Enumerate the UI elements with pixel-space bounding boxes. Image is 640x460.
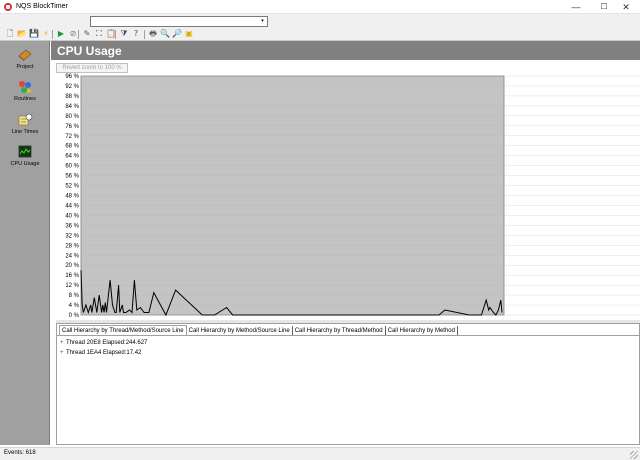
line-times-icon	[18, 113, 33, 126]
tab-call-hierarchy-1[interactable]: Call Hierarchy by Thread/Method/Source L…	[59, 325, 187, 335]
y-tick-label: 68 %	[65, 144, 79, 150]
y-tick-label: 80 %	[65, 114, 79, 120]
close-button[interactable]: ✕	[612, 0, 640, 14]
app-icon	[4, 3, 12, 11]
sidebar-item-cpu-usage[interactable]: CPU Usage	[0, 143, 50, 173]
y-tick-label: 72 %	[65, 134, 79, 140]
open-folder-icon[interactable]: 📂	[17, 29, 27, 39]
y-tick-label: 96 %	[65, 74, 79, 80]
toolbar-separator	[78, 30, 79, 39]
sidebar-item-line-times[interactable]: Line Times	[0, 111, 50, 141]
pen-icon[interactable]: ✎	[82, 29, 92, 39]
expand-icon[interactable]: ⛶	[94, 29, 104, 39]
toolbar: 🗋 📂 💾 ⚡ ▶ ⊘ ✎ ⛶ 📋 ⧩? 🖶 🔍 🔎 ▣	[0, 28, 640, 41]
toolbar-separator	[52, 30, 53, 39]
project-icon	[18, 49, 32, 61]
y-tick-label: 48 %	[65, 194, 79, 200]
session-dropdown[interactable]: ▾	[90, 16, 268, 27]
sidebar-item-routines[interactable]: Routines	[0, 78, 50, 108]
y-tick-label: 24 %	[65, 253, 79, 259]
cpu-usage-chart[interactable]: 96 % 92 % 88 % 84 % 80 % 76 % 72 % 68 % 64 % 60 %…	[56, 60, 640, 320]
tree-item-label: Thread 1EA4 Elapsed:17.42	[66, 350, 142, 356]
tree-item-label: Thread 20E8 Elapsed:244.627	[66, 340, 148, 346]
y-tick-label: 60 %	[65, 164, 79, 170]
y-tick-label: 84 %	[65, 104, 79, 110]
y-tick-label: 4 %	[69, 303, 80, 309]
toolbar-separator	[144, 30, 145, 39]
title-bar: NQS BlockTimer — ☐ ✕	[0, 0, 640, 14]
y-tick-label: 36 %	[65, 223, 79, 229]
run-icon[interactable]: ▶	[56, 29, 66, 39]
plot-background	[80, 75, 505, 316]
lightning-icon[interactable]: ⚡	[41, 29, 51, 39]
y-tick-label: 28 %	[65, 243, 79, 249]
status-bar: Events: 618	[0, 447, 640, 460]
y-tick-label: 16 %	[65, 273, 79, 279]
minimize-button[interactable]: —	[562, 0, 590, 14]
cpu-chart-icon	[18, 145, 32, 158]
sidebar-item-label: CPU Usage	[10, 161, 40, 167]
new-icon[interactable]: 🗋	[5, 29, 15, 39]
routines-icon	[19, 81, 31, 93]
zoom-in-icon[interactable]: 🔍	[160, 29, 170, 39]
y-tick-label: 56 %	[65, 174, 79, 180]
events-count: Events: 618	[4, 450, 36, 456]
y-tick-label: 88 %	[65, 94, 79, 100]
sidebar-item-label: Project	[16, 64, 34, 70]
sidebar-item-label: Line Times	[11, 129, 39, 135]
cpu-chart-area: Revert zoom to 100 % 96 % 92 % 88 % 84 % 80 …	[56, 60, 640, 320]
resize-grip-icon[interactable]	[630, 451, 638, 459]
chevron-down-icon[interactable]: ▾	[258, 17, 267, 26]
save-icon[interactable]: 💾	[29, 29, 39, 39]
tab-strip: Call Hierarchy by Thread/Method/Source L…	[59, 325, 458, 336]
y-tick-label: 44 %	[65, 203, 79, 209]
stop-icon[interactable]: ⊘	[68, 29, 78, 39]
y-tick-label: 20 %	[65, 263, 79, 269]
toolbar-separator	[115, 30, 116, 39]
sidebar-item-project[interactable]: Project	[0, 46, 50, 76]
sidebar: Project Routines Line Times CPU Usage	[0, 41, 50, 445]
y-tick-label: 8 %	[69, 293, 80, 299]
page-title: CPU Usage	[57, 44, 122, 58]
y-tick-label: 64 %	[65, 154, 79, 160]
help-icon[interactable]: ?	[131, 29, 141, 39]
call-hierarchy-panel: Call Hierarchy by Thread/Method/Source L…	[56, 323, 640, 445]
print-icon[interactable]: 🖶	[148, 29, 158, 39]
y-tick-label: 40 %	[65, 213, 79, 219]
y-tick-label: 76 %	[65, 124, 79, 130]
y-tick-label: 0 %	[69, 313, 80, 319]
selector-bar: ▾	[0, 14, 640, 28]
filter-icon[interactable]: ⧩	[119, 29, 129, 39]
tree-item[interactable]: + Thread 20E8 Elapsed:244.627	[60, 338, 636, 348]
y-tick-label: 32 %	[65, 233, 79, 239]
page-header: CPU Usage	[51, 41, 640, 60]
y-tick-label: 92 %	[65, 84, 79, 90]
tree-item[interactable]: + Thread 1EA4 Elapsed:17.42	[60, 348, 636, 358]
highlight-icon[interactable]: ▣	[184, 29, 194, 39]
y-tick-label: 52 %	[65, 184, 79, 190]
zoom-out-icon[interactable]: 🔎	[172, 29, 182, 39]
sidebar-item-label: Routines	[14, 96, 36, 102]
y-tick-label: 12 %	[65, 283, 79, 289]
call-hierarchy-tree: + Thread 20E8 Elapsed:244.627 + Thread 1EA4…	[57, 335, 639, 444]
window-title: NQS BlockTimer	[16, 3, 68, 10]
